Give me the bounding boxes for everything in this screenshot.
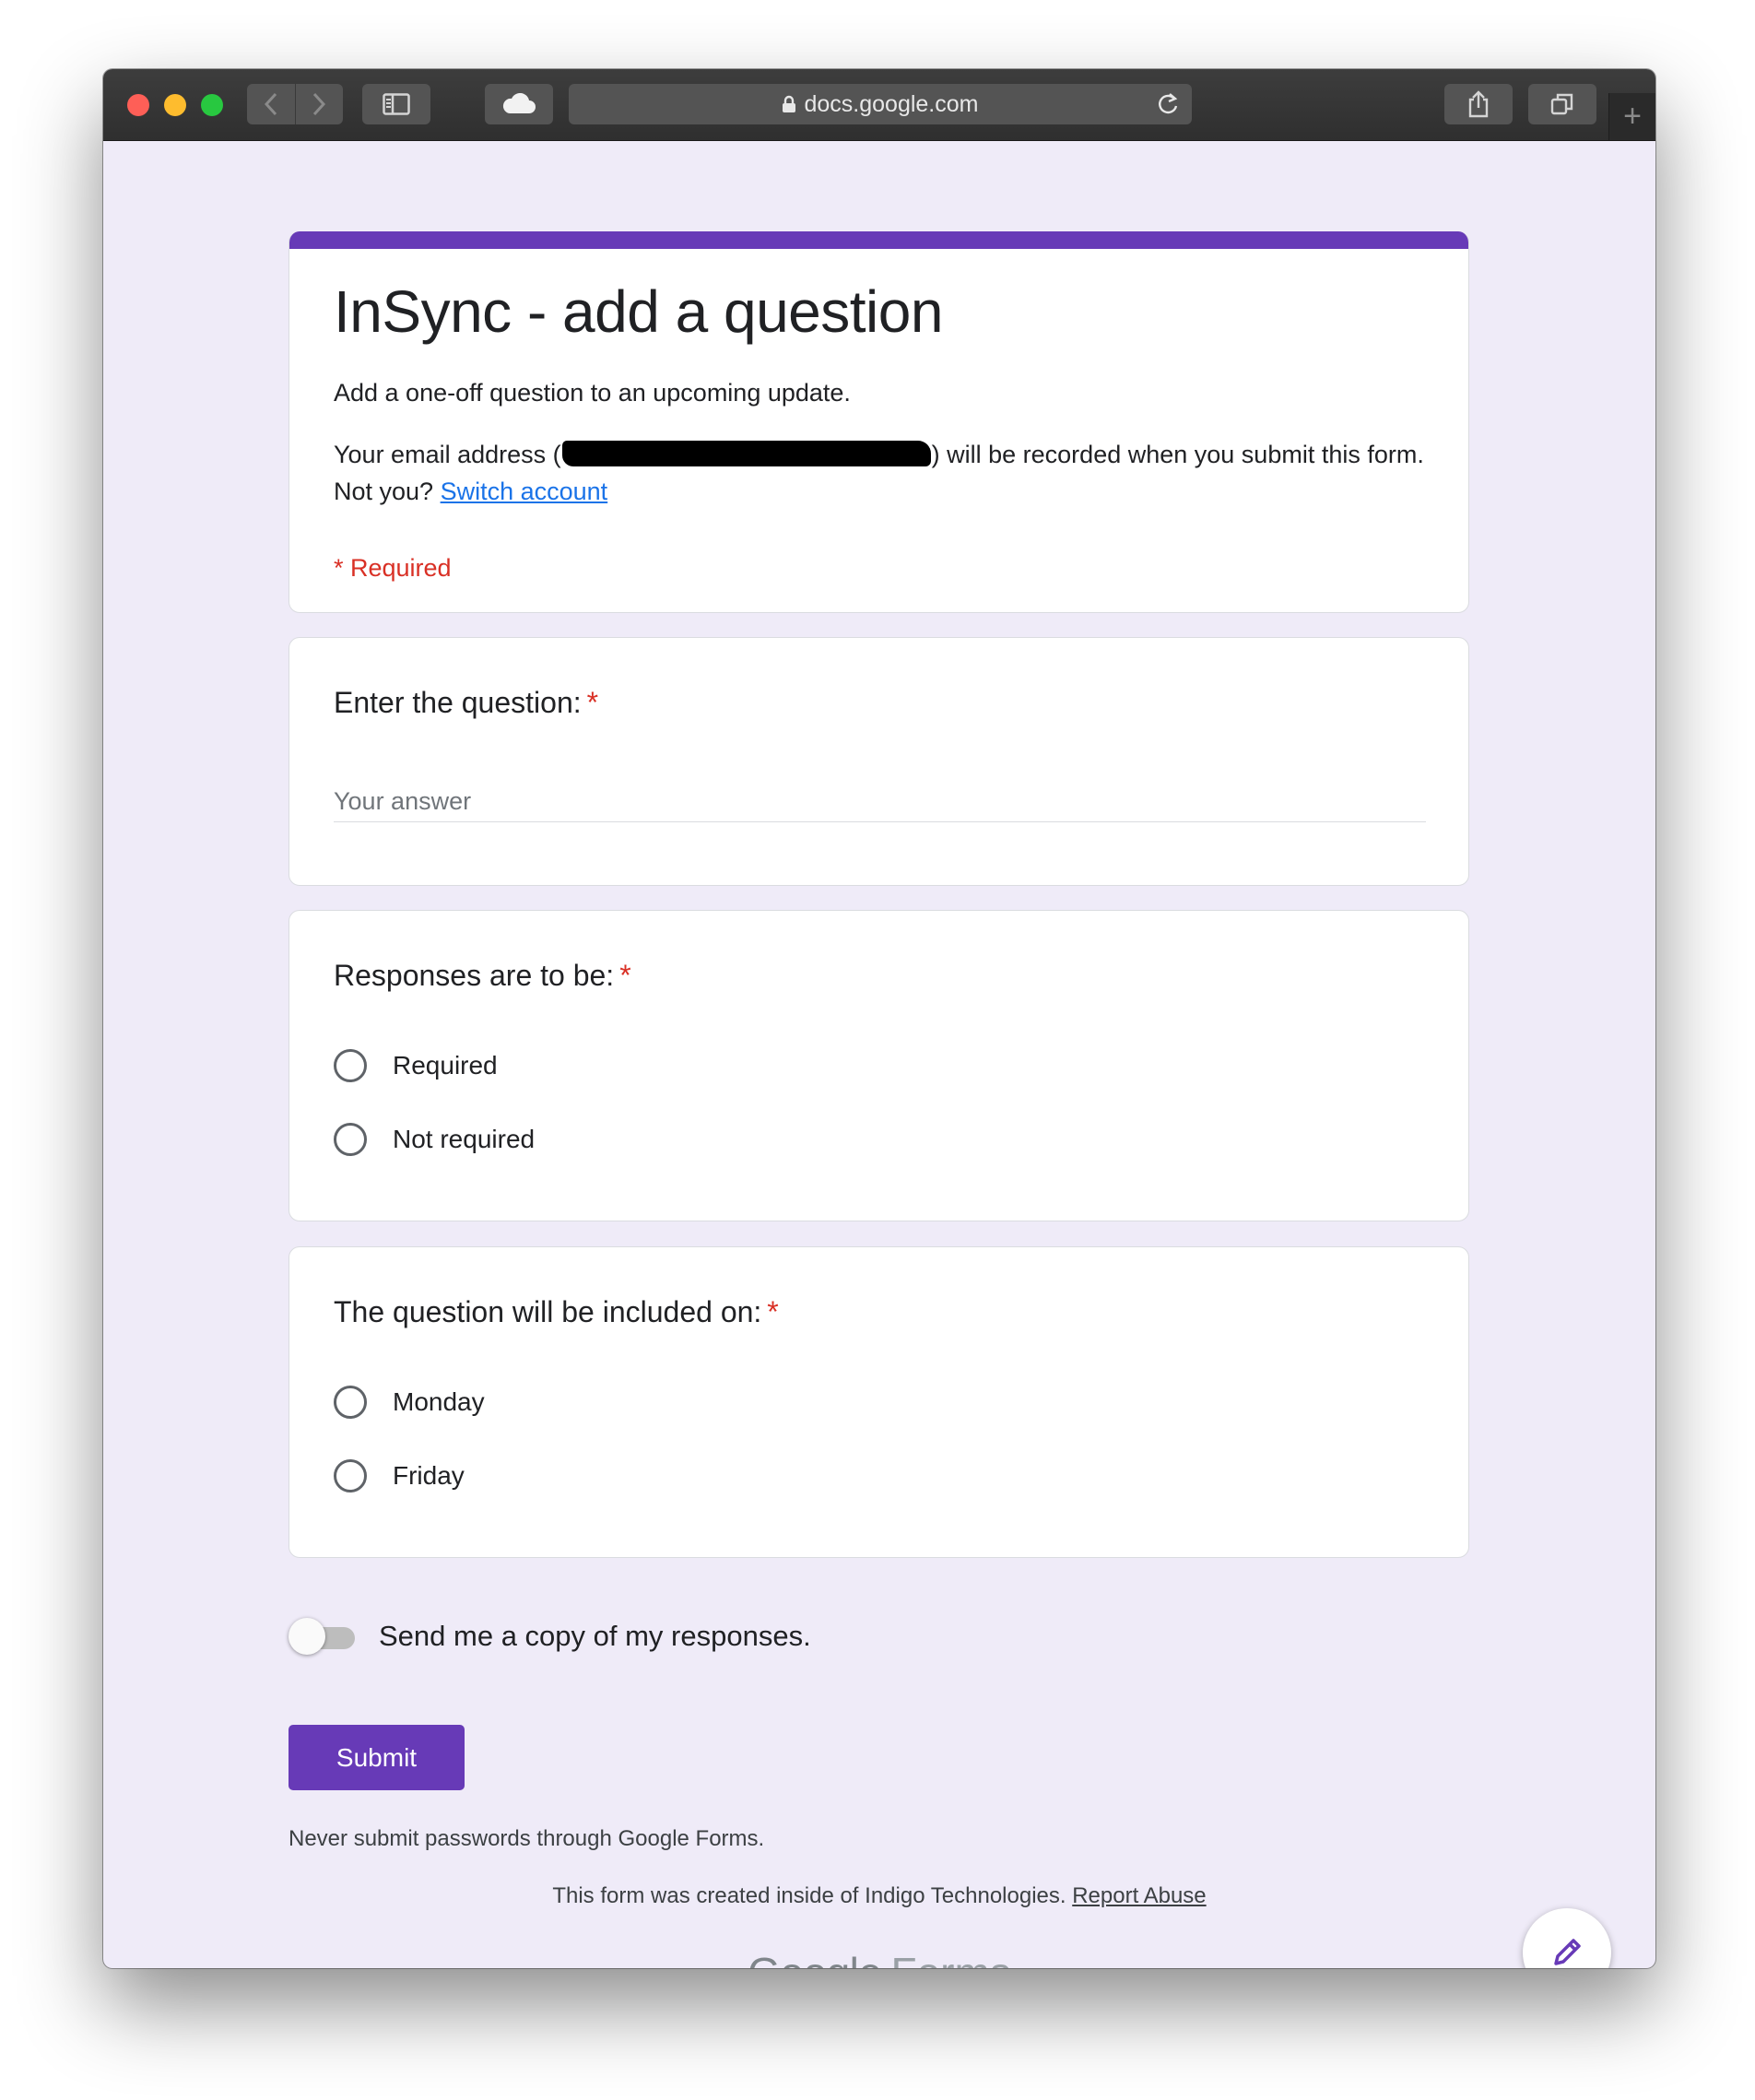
- form-title: InSync - add a question: [334, 278, 943, 345]
- created-note: This form was created inside of Indigo T…: [552, 1883, 1066, 1908]
- chevron-left-icon: [264, 92, 277, 116]
- send-copy-toggle[interactable]: [289, 1616, 362, 1657]
- lock-icon: [782, 95, 796, 113]
- question-title: Enter the question: *: [334, 686, 598, 720]
- reload-icon[interactable]: [1155, 91, 1181, 124]
- minimize-window-button[interactable]: [164, 94, 186, 116]
- navigation-buttons: [247, 84, 343, 124]
- question-card-enter-question: Enter the question: *: [289, 637, 1469, 886]
- plus-icon: +: [1623, 99, 1642, 134]
- tabs-overview-icon: [1550, 93, 1573, 115]
- password-warning: Never submit passwords through Google Fo…: [289, 1826, 765, 1851]
- radio-button[interactable]: [334, 1459, 367, 1492]
- required-star: *: [767, 1295, 779, 1328]
- edit-form-button[interactable]: [1523, 1908, 1611, 1968]
- question-title: The question will be included on: *: [334, 1295, 779, 1329]
- radio-option-label: Friday: [393, 1461, 465, 1490]
- radio-button[interactable]: [334, 1049, 367, 1082]
- toggle-knob[interactable]: [289, 1618, 325, 1655]
- address-bar[interactable]: docs.google.com: [569, 84, 1192, 124]
- logo-google-text: Google: [748, 1949, 882, 1968]
- logo-forms-text: Forms: [891, 1949, 1011, 1968]
- radio-option-not-required[interactable]: Not required: [334, 1119, 535, 1160]
- form-description: Add a one-off question to an upcoming up…: [334, 379, 851, 407]
- radio-option-label: Not required: [393, 1125, 536, 1153]
- google-forms-logo[interactable]: Google Forms: [103, 1948, 1655, 1968]
- radio-option-friday[interactable]: Friday: [334, 1456, 465, 1496]
- question-card-responses: Responses are to be: * Required Not requi…: [289, 910, 1469, 1221]
- browser-toolbar: docs.google.com +: [103, 69, 1655, 141]
- cloud-icon: [502, 93, 536, 113]
- share-icon: [1468, 90, 1489, 118]
- share-button[interactable]: [1444, 84, 1513, 124]
- chevron-right-icon: [313, 92, 326, 116]
- question-title-text: Responses are to be:: [334, 959, 615, 992]
- close-window-button[interactable]: [127, 94, 149, 116]
- back-button[interactable]: [247, 84, 295, 124]
- show-tabs-button[interactable]: [1528, 84, 1596, 124]
- radio-button[interactable]: [334, 1386, 367, 1419]
- form-page: InSync - add a question Add a one-off qu…: [103, 141, 1655, 1968]
- email-notice-prefix: Your email address (: [334, 441, 561, 468]
- form-header-card: InSync - add a question Add a one-off qu…: [289, 231, 1469, 613]
- url-text: docs.google.com: [804, 90, 979, 117]
- send-copy-label: Send me a copy of my responses.: [379, 1620, 811, 1652]
- browser-window: docs.google.com + InSync - add a questio…: [103, 69, 1655, 1968]
- radio-button[interactable]: [334, 1123, 367, 1156]
- radio-option-label: Required: [393, 1051, 498, 1079]
- question-title: Responses are to be: *: [334, 959, 631, 993]
- sidebar-button[interactable]: [362, 84, 430, 124]
- report-abuse-link[interactable]: Report Abuse: [1072, 1883, 1206, 1908]
- accent-bar: [289, 231, 1468, 249]
- new-tab-button[interactable]: +: [1608, 93, 1655, 140]
- sidebar-icon: [383, 93, 410, 115]
- required-star: *: [619, 959, 631, 992]
- zoom-window-button[interactable]: [201, 94, 223, 116]
- question-card-included-on: The question will be included on: * Monda…: [289, 1246, 1469, 1558]
- forward-button[interactable]: [294, 84, 344, 124]
- icloud-tabs-button[interactable]: [485, 84, 553, 124]
- question-answer-input[interactable]: [334, 781, 1426, 822]
- email-notice: Your email address () will be recorded w…: [334, 436, 1431, 510]
- required-note: * Required: [334, 554, 452, 582]
- pencil-icon: [1554, 1939, 1581, 1965]
- switch-account-link[interactable]: Switch account: [441, 478, 608, 505]
- question-title-text: The question will be included on:: [334, 1295, 762, 1328]
- redacted-email: [561, 441, 931, 466]
- radio-option-required[interactable]: Required: [334, 1045, 498, 1086]
- required-star: *: [586, 686, 599, 719]
- submit-button[interactable]: Submit: [289, 1725, 465, 1790]
- form-footer: This form was created inside of Indigo T…: [103, 1883, 1655, 1909]
- radio-option-label: Monday: [393, 1387, 485, 1416]
- radio-option-monday[interactable]: Monday: [334, 1382, 485, 1422]
- question-title-text: Enter the question:: [334, 686, 582, 719]
